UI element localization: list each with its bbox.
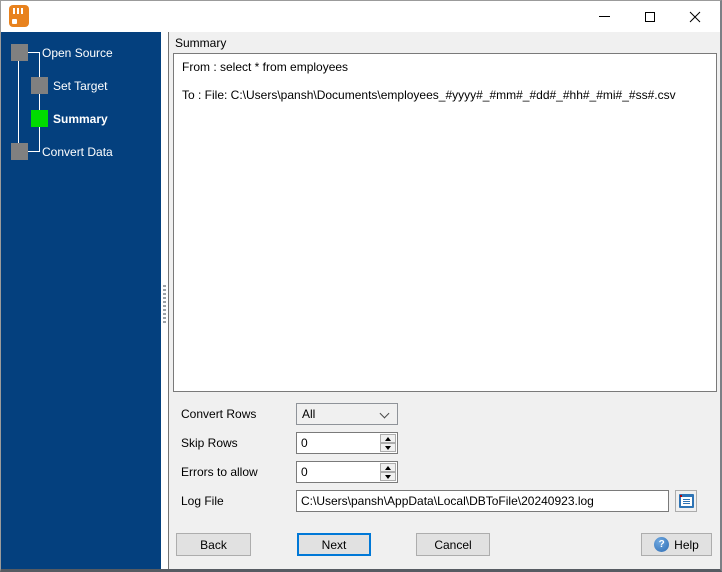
app-icon-chip — [12, 19, 17, 24]
step-connector-line — [18, 52, 19, 151]
errors-spin-buttons — [380, 463, 396, 481]
app-icon — [9, 5, 29, 27]
next-button-label: Next — [321, 537, 347, 552]
step-marker-convert-data — [11, 143, 28, 160]
summary-to-line: To : File: C:\Users\pansh\Documents\empl… — [182, 88, 676, 102]
app-icon-bars — [13, 8, 25, 14]
spin-up-button[interactable] — [380, 463, 396, 472]
sidebar-step-convert-data: Convert Data — [42, 145, 113, 159]
spin-up-button[interactable] — [380, 434, 396, 443]
window-controls — [582, 1, 717, 32]
log-file-icon — [678, 494, 694, 508]
sidebar-splitter[interactable] — [161, 32, 168, 569]
skip-rows-label: Skip Rows — [181, 436, 238, 450]
skip-rows-spinner — [296, 432, 398, 454]
back-button-label: Back — [200, 537, 227, 552]
minimize-button[interactable] — [582, 1, 627, 32]
spin-down-button[interactable] — [380, 443, 396, 452]
view-log-button[interactable] — [675, 490, 697, 512]
close-icon — [689, 11, 700, 22]
wizard-window: Open Source Set Target Summary Convert D… — [0, 0, 722, 572]
next-button[interactable]: Next — [297, 533, 371, 556]
panel-title: Summary — [175, 36, 227, 50]
sidebar-step-summary: Summary — [53, 112, 108, 126]
log-file-label: Log File — [181, 494, 224, 508]
summary-textbox[interactable]: From : select * from employees To : File… — [173, 53, 717, 392]
summary-from-line: From : select * from employees — [182, 60, 349, 74]
arrow-up-icon — [385, 465, 391, 470]
help-button-label: Help — [674, 537, 699, 552]
help-question-icon: ? — [654, 537, 670, 552]
cancel-button-label: Cancel — [434, 537, 472, 552]
convert-rows-dropdown[interactable]: All — [296, 403, 398, 425]
skip-rows-spin-buttons — [380, 434, 396, 452]
wizard-steps-sidebar: Open Source Set Target Summary Convert D… — [1, 32, 161, 569]
title-bar — [1, 1, 720, 32]
arrow-up-icon — [385, 436, 391, 441]
convert-rows-label: Convert Rows — [181, 407, 257, 421]
maximize-icon — [644, 11, 655, 22]
maximize-button[interactable] — [627, 1, 672, 32]
summary-panel: Summary From : select * from employees T… — [168, 32, 720, 569]
minimize-icon — [599, 16, 610, 17]
summary-gap — [182, 74, 708, 88]
arrow-down-icon — [385, 445, 391, 450]
step-marker-open-source — [11, 44, 28, 61]
help-button[interactable]: ? Help — [641, 533, 712, 556]
sidebar-step-open-source: Open Source — [42, 46, 113, 60]
close-button[interactable] — [672, 1, 717, 32]
errors-to-allow-label: Errors to allow — [181, 465, 258, 479]
convert-rows-value: All — [302, 407, 316, 421]
splitter-grip-icon — [163, 285, 166, 323]
step-marker-set-target — [31, 77, 48, 94]
errors-to-allow-spinner — [296, 461, 398, 483]
chevron-down-icon — [379, 408, 390, 419]
arrow-down-icon — [385, 474, 391, 479]
step-connector-line — [39, 52, 40, 151]
log-file-input[interactable] — [296, 490, 669, 512]
sidebar-step-set-target: Set Target — [53, 79, 108, 93]
spin-down-button[interactable] — [380, 472, 396, 481]
cancel-button[interactable]: Cancel — [416, 533, 490, 556]
back-button[interactable]: Back — [176, 533, 251, 556]
step-marker-summary-active — [31, 110, 48, 127]
